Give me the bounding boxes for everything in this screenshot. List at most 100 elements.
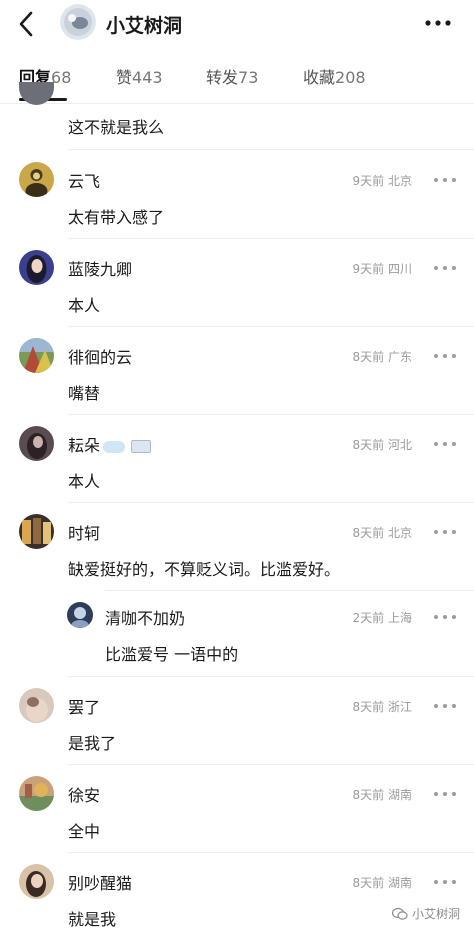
dot xyxy=(434,792,438,796)
comment-location: 四川 xyxy=(387,262,412,276)
comment-text: 比滥爱号 一语中的 xyxy=(105,645,239,664)
dot xyxy=(452,354,456,358)
commenter-name[interactable]: 别吵醒猫 xyxy=(68,870,132,894)
tab-favorites[interactable]: 收藏208 xyxy=(303,64,366,88)
comment-more-button[interactable] xyxy=(434,439,456,449)
divider xyxy=(68,852,474,853)
divider xyxy=(68,326,474,327)
comment-time: 8天前 xyxy=(352,438,385,452)
tab-count: 208 xyxy=(335,68,366,87)
comment-location: 河北 xyxy=(387,438,412,452)
dot xyxy=(434,442,438,446)
dot xyxy=(443,792,447,796)
avatar[interactable] xyxy=(19,250,54,285)
comment-meta: 8天前 湖南 xyxy=(353,786,412,803)
avatar[interactable] xyxy=(19,338,54,373)
wechat-icon xyxy=(391,907,408,920)
dot xyxy=(434,615,438,619)
comment-more-button[interactable] xyxy=(434,351,456,361)
avatar[interactable] xyxy=(19,688,54,723)
comment-location: 浙江 xyxy=(387,700,412,714)
dot xyxy=(443,530,447,534)
badge-emoji-icon xyxy=(131,440,152,453)
comment-text: 全中 xyxy=(68,822,101,841)
comment-time: 9天前 xyxy=(352,174,385,188)
dot xyxy=(452,880,456,884)
comment-text: 缺爱挺好的，不算贬义词。比滥爱好。 xyxy=(68,560,341,579)
dot xyxy=(452,266,456,270)
commenter-name[interactable]: 徘徊的云 xyxy=(68,344,132,368)
comment-meta: 8天前 广东 xyxy=(353,348,412,365)
avatar[interactable] xyxy=(19,514,54,549)
comment-meta: 8天前 浙江 xyxy=(353,698,412,715)
dot xyxy=(434,178,438,182)
avatar[interactable] xyxy=(19,864,54,899)
account-title: 小艾树洞 xyxy=(106,15,183,37)
comment-meta: 8天前 湖南 xyxy=(353,874,412,891)
watermark-text: 小艾树洞 xyxy=(411,907,460,921)
comment-time: 2天前 xyxy=(352,611,385,625)
comment-text: 嘴替 xyxy=(68,384,101,403)
avatar[interactable] xyxy=(19,776,54,811)
comment-time: 8天前 xyxy=(352,350,385,364)
tab-label: 赞 xyxy=(116,68,133,87)
more-button[interactable] xyxy=(422,12,454,34)
commenter-name[interactable]: 云飞 xyxy=(68,168,100,192)
comment-more-button[interactable] xyxy=(434,263,456,273)
tab-likes[interactable]: 赞443 xyxy=(116,64,163,88)
dot xyxy=(452,178,456,182)
commenter-name[interactable]: 罢了 xyxy=(68,694,100,718)
divider xyxy=(0,103,474,104)
dot xyxy=(452,615,456,619)
comment-meta: 8天前 河北 xyxy=(353,436,412,453)
comment-text: 是我了 xyxy=(68,734,117,753)
dot xyxy=(443,354,447,358)
tab-count: 443 xyxy=(132,68,163,87)
comment-time: 8天前 xyxy=(352,788,385,802)
comment-location: 湖南 xyxy=(387,788,412,802)
chevron-left-icon xyxy=(19,11,33,37)
watermark: 小艾树洞 xyxy=(391,905,460,922)
comment-location: 湖南 xyxy=(387,876,412,890)
avatar[interactable] xyxy=(19,162,54,197)
comment-meta: 2天前 上海 xyxy=(353,609,412,626)
comment-more-button[interactable] xyxy=(434,612,456,622)
dot xyxy=(452,704,456,708)
commenter-name[interactable]: 耘朵 xyxy=(68,432,152,456)
comment-text: 太有带入感了 xyxy=(68,208,165,227)
divider xyxy=(68,676,474,677)
comment-more-button[interactable] xyxy=(434,789,456,799)
avatar[interactable] xyxy=(19,426,54,461)
comment-time: 8天前 xyxy=(352,700,385,714)
comment-time: 9天前 xyxy=(352,262,385,276)
commenter-name[interactable]: 徐安 xyxy=(68,782,100,806)
dot xyxy=(443,266,447,270)
dot xyxy=(443,178,447,182)
tab-reposts[interactable]: 转发73 xyxy=(206,64,258,88)
dot xyxy=(443,880,447,884)
cloud-emoji-icon xyxy=(103,440,126,453)
commenter-name[interactable]: 蓝陵九卿 xyxy=(68,256,132,280)
dot xyxy=(452,442,456,446)
dot xyxy=(443,704,447,708)
avatar[interactable] xyxy=(67,602,93,628)
comment-meta: 9天前 北京 xyxy=(353,172,412,189)
commenter-name-text: 耘朵 xyxy=(68,436,101,455)
comment-more-button[interactable] xyxy=(434,877,456,887)
comment-more-button[interactable] xyxy=(434,527,456,537)
commenter-name[interactable]: 时轲 xyxy=(68,520,100,544)
comment-more-button[interactable] xyxy=(434,701,456,711)
more-horizontal-icon xyxy=(425,20,451,26)
dot xyxy=(434,530,438,534)
comment-more-button[interactable] xyxy=(434,175,456,185)
commenter-name[interactable]: 清咖不加奶 xyxy=(105,605,185,629)
tab-label: 转发 xyxy=(206,68,239,87)
comment-text: 本人 xyxy=(68,296,101,315)
comment-location: 上海 xyxy=(387,611,412,625)
tab-label: 收藏 xyxy=(303,68,336,87)
account-avatar[interactable] xyxy=(60,4,96,40)
dot xyxy=(434,266,438,270)
back-button[interactable] xyxy=(14,10,38,38)
comment-location: 北京 xyxy=(387,174,412,188)
divider xyxy=(68,149,474,150)
